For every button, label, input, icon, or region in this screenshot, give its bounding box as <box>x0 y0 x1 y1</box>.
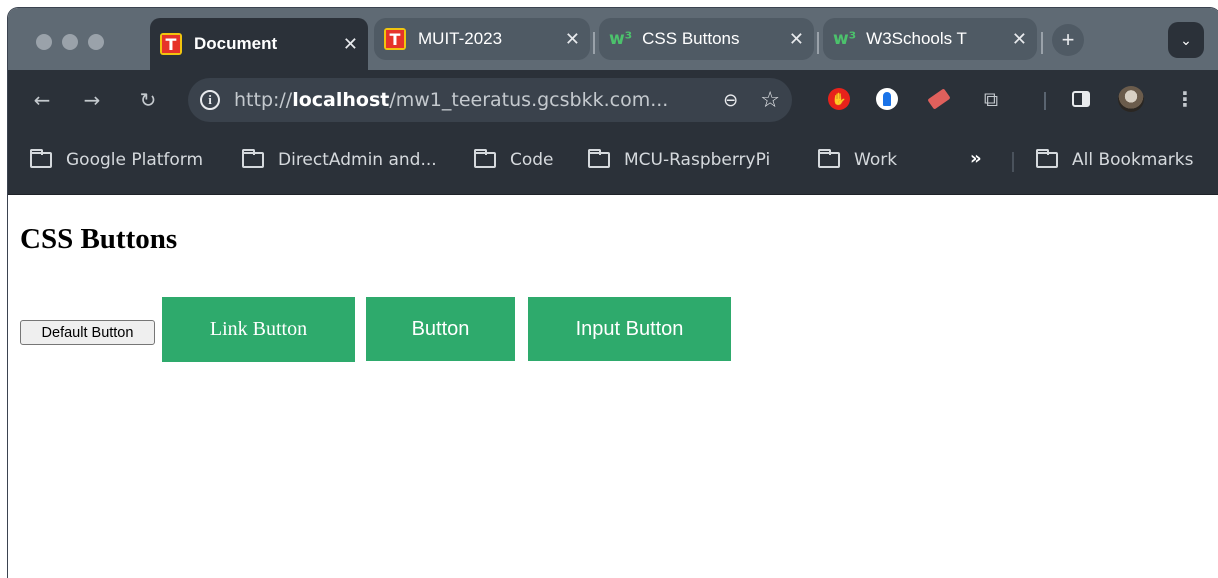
button[interactable]: Button <box>366 297 515 361</box>
folder-icon <box>818 149 840 168</box>
w3schools-icon: w³ <box>833 29 857 49</box>
bookmark-label: Google Platform <box>66 150 204 170</box>
plus-icon: + <box>1061 27 1075 52</box>
address-bar[interactable]: i http://localhost/mw1_teeratus.gcsbkk.c… <box>188 78 792 122</box>
input-button[interactable]: Input Button <box>528 297 731 361</box>
folder-icon <box>474 149 496 168</box>
forward-button[interactable]: → <box>76 84 108 116</box>
tab-label: MUIT-2023 <box>418 29 503 48</box>
toolbar: ← → ↻ i http://localhost/mw1_teeratus.gc… <box>8 70 1218 130</box>
extension-stop-icon[interactable]: ✋ <box>826 86 852 112</box>
close-icon[interactable]: ✕ <box>1012 29 1027 50</box>
extension-blue-icon[interactable] <box>874 86 900 112</box>
bookmark-google-platform[interactable]: Google Platform <box>30 149 204 170</box>
bookmark-label: MCU-RaspberryPi <box>624 150 771 170</box>
all-bookmarks[interactable]: All Bookmarks <box>1036 149 1194 170</box>
page-content: CSS Buttons Default Button Link Button B… <box>8 195 1218 578</box>
bookmark-label: DirectAdmin and... <box>278 150 437 170</box>
close-window-button[interactable] <box>36 34 52 50</box>
bookmark-label: Code <box>510 150 554 170</box>
extension-eraser-icon[interactable] <box>926 86 952 112</box>
arrow-right-icon: → <box>83 88 101 112</box>
arrow-left-icon: ← <box>33 88 51 112</box>
back-button[interactable]: ← <box>26 84 58 116</box>
star-icon[interactable]: ☆ <box>760 88 780 113</box>
tab-label: CSS Buttons <box>642 29 740 48</box>
bookmark-label: Work <box>854 150 898 170</box>
tab-search-button[interactable]: ⌄ <box>1168 22 1204 58</box>
page-title: CSS Buttons <box>20 223 178 255</box>
double-chevron-right-icon: » <box>970 148 982 169</box>
zoom-icon[interactable]: ⊖ <box>723 90 738 111</box>
tab-strip: T Document ✕ T MUIT-2023 ✕ w³ CSS Button… <box>8 8 1218 70</box>
folder-icon <box>30 149 52 168</box>
tab-document[interactable]: T Document ✕ <box>150 18 368 70</box>
bookmark-work[interactable]: Work <box>818 149 898 170</box>
url-scheme: http:// <box>234 89 293 111</box>
w3schools-icon: w³ <box>609 29 633 49</box>
bookmark-label: All Bookmarks <box>1072 150 1194 170</box>
close-icon[interactable]: ✕ <box>789 29 804 50</box>
tab-w3schools[interactable]: w³ W3Schools T ✕ <box>823 18 1037 60</box>
toolbar-separator <box>1044 92 1046 110</box>
chevron-down-icon: ⌄ <box>1180 31 1192 48</box>
reload-icon: ↻ <box>139 88 157 112</box>
close-icon[interactable]: ✕ <box>343 34 358 55</box>
info-icon[interactable]: i <box>200 90 220 110</box>
browser-window: T Document ✕ T MUIT-2023 ✕ w³ CSS Button… <box>8 8 1218 578</box>
url-host: localhost <box>292 89 390 111</box>
side-panel-icon[interactable] <box>1068 86 1094 112</box>
extensions-puzzle-icon[interactable]: ⧉ <box>978 86 1004 112</box>
tab-muit-2023[interactable]: T MUIT-2023 ✕ <box>374 18 590 60</box>
avatar[interactable] <box>1118 86 1144 112</box>
default-button[interactable]: Default Button <box>20 320 155 345</box>
tab-label: W3Schools T <box>866 29 967 48</box>
link-button[interactable]: Link Button <box>162 297 355 362</box>
bookmarks-bar: Google Platform DirectAdmin and... Code … <box>8 130 1218 195</box>
bookmark-directadmin[interactable]: DirectAdmin and... <box>242 149 437 170</box>
bookmark-mcu-raspberrypi[interactable]: MCU-RaspberryPi <box>588 149 771 170</box>
url-text[interactable]: http://localhost/mw1_teeratus.gcsbkk.com… <box>234 89 707 111</box>
tab-css-buttons[interactable]: w³ CSS Buttons ✕ <box>599 18 814 60</box>
bookmarks-separator <box>1012 152 1014 172</box>
minimize-window-button[interactable] <box>62 34 78 50</box>
folder-icon <box>588 149 610 168</box>
tab-separator <box>817 32 819 54</box>
url-path: /mw1_teeratus.gcsbkk.com... <box>389 89 669 111</box>
t-icon: T <box>384 28 406 50</box>
close-icon[interactable]: ✕ <box>565 29 580 50</box>
menu-icon[interactable]: ⋮ <box>1172 86 1198 112</box>
folder-icon <box>242 149 264 168</box>
bookmark-code[interactable]: Code <box>474 149 554 170</box>
maximize-window-button[interactable] <box>88 34 104 50</box>
tab-label: Document <box>194 34 278 53</box>
window-controls <box>36 34 104 50</box>
tab-separator <box>1041 32 1043 54</box>
t-icon: T <box>160 33 182 55</box>
bookmarks-overflow-button[interactable]: » <box>970 148 982 169</box>
folder-icon <box>1036 149 1058 168</box>
tab-separator <box>593 32 595 54</box>
reload-button[interactable]: ↻ <box>132 84 164 116</box>
new-tab-button[interactable]: + <box>1052 24 1084 56</box>
